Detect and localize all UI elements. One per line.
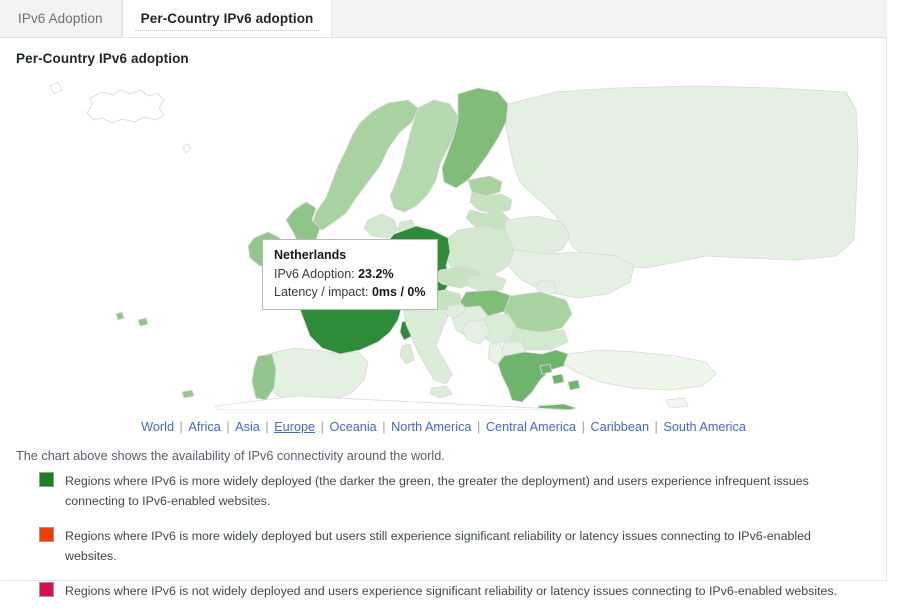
legend-row: Regions where IPv6 is not widely deploye… — [16, 581, 868, 601]
region-separator: | — [378, 420, 390, 434]
region-link-caribbean[interactable]: Caribbean — [590, 420, 649, 434]
region-separator: | — [317, 420, 328, 434]
country-italy[interactable] — [403, 297, 453, 385]
region-separator: | — [261, 420, 273, 434]
legend-label: Regions where IPv6 is not widely deploye… — [65, 584, 838, 599]
tooltip-country: Netherlands — [274, 248, 347, 262]
region-link-north-america[interactable]: North America — [391, 420, 471, 434]
chart-description: The chart above shows the availability o… — [16, 449, 445, 463]
region-link-central-america[interactable]: Central America — [486, 420, 576, 434]
region-link-south-america[interactable]: South America — [663, 420, 746, 434]
tab-label: Per-Country IPv6 adoption — [140, 10, 314, 26]
tab-bar: IPv6 Adoption Per-Country IPv6 adoption — [0, 0, 887, 38]
tooltip-adoption-value: 23.2% — [358, 266, 394, 281]
ipv6-adoption-page: IPv6 Adoption Per-Country IPv6 adoption … — [0, 0, 900, 598]
island-sardinia[interactable] — [399, 343, 415, 365]
legend: Regions where IPv6 is more widely deploy… — [16, 471, 868, 616]
tooltip-latency-value: 0ms / 0% — [371, 284, 426, 299]
region-separator: | — [176, 420, 187, 434]
country-iceland[interactable] — [86, 89, 165, 124]
country-turkey[interactable] — [563, 349, 717, 391]
region-link-world[interactable]: World — [141, 420, 174, 434]
island-aegean-3[interactable] — [539, 363, 553, 375]
legend-label: Regions where IPv6 is more widely deploy… — [65, 474, 809, 509]
legend-color-swatch — [39, 472, 54, 487]
region-link-oceania[interactable]: Oceania — [329, 420, 376, 434]
region-separator: | — [473, 420, 484, 434]
map-svg[interactable] — [16, 70, 872, 410]
region-separator: | — [651, 420, 662, 434]
country-ukraine[interactable] — [507, 249, 635, 299]
region-separator: | — [222, 420, 234, 434]
tab-label: IPv6 Adoption — [18, 11, 103, 26]
europe-choropleth-map[interactable]: Netherlands IPv6 Adoption: 23.2% Latency… — [16, 70, 872, 410]
island-svalbard[interactable] — [49, 81, 63, 95]
island-azores[interactable] — [115, 311, 125, 321]
legend-color-swatch — [39, 582, 54, 598]
region-link-europe[interactable]: Europe — [274, 420, 315, 434]
country-latvia[interactable] — [469, 191, 513, 215]
tooltip-latency-label: Latency / impact: — [274, 284, 369, 299]
region-links: World | Africa | Asia | Europe | Oceania… — [1, 420, 886, 434]
country-denmark[interactable] — [363, 213, 399, 239]
country-faroe-islands[interactable] — [182, 143, 192, 154]
tooltip-adoption-row: IPv6 Adoption: 23.2% — [274, 266, 426, 284]
country-slovakia[interactable] — [467, 273, 507, 293]
island-aegean-2[interactable] — [567, 379, 581, 391]
island-sicily[interactable] — [429, 385, 453, 399]
content-card: Per-Country IPv6 adoption Netherlands IP… — [0, 38, 887, 598]
tab-focus-outline — [134, 29, 320, 31]
legend-row: Regions where IPv6 is more widely deploy… — [16, 526, 868, 566]
legend-row: Regions where IPv6 is more widely deploy… — [16, 471, 868, 511]
island-madeira[interactable] — [181, 389, 195, 399]
island-azores-2[interactable] — [137, 317, 149, 327]
tooltip-latency-row: Latency / impact: 0ms / 0% — [274, 284, 426, 302]
region-link-asia[interactable]: Asia — [235, 420, 260, 434]
legend-color-swatch — [39, 527, 54, 543]
region-separator: | — [578, 420, 589, 434]
legend-label: Regions where IPv6 is more widely deploy… — [65, 529, 811, 564]
tooltip-adoption-label: IPv6 Adoption: — [274, 266, 355, 281]
page-title: Per-Country IPv6 adoption — [16, 51, 189, 66]
map-tooltip: Netherlands IPv6 Adoption: 23.2% Latency… — [262, 239, 438, 311]
region-link-africa[interactable]: Africa — [188, 420, 220, 434]
country-cyprus[interactable] — [665, 397, 689, 409]
country-portugal[interactable] — [251, 353, 277, 401]
tab-ipv6-adoption[interactable]: IPv6 Adoption — [0, 0, 122, 37]
tab-per-country-ipv6-adoption[interactable]: Per-Country IPv6 adoption — [121, 0, 333, 37]
island-aegean-1[interactable] — [551, 373, 565, 385]
